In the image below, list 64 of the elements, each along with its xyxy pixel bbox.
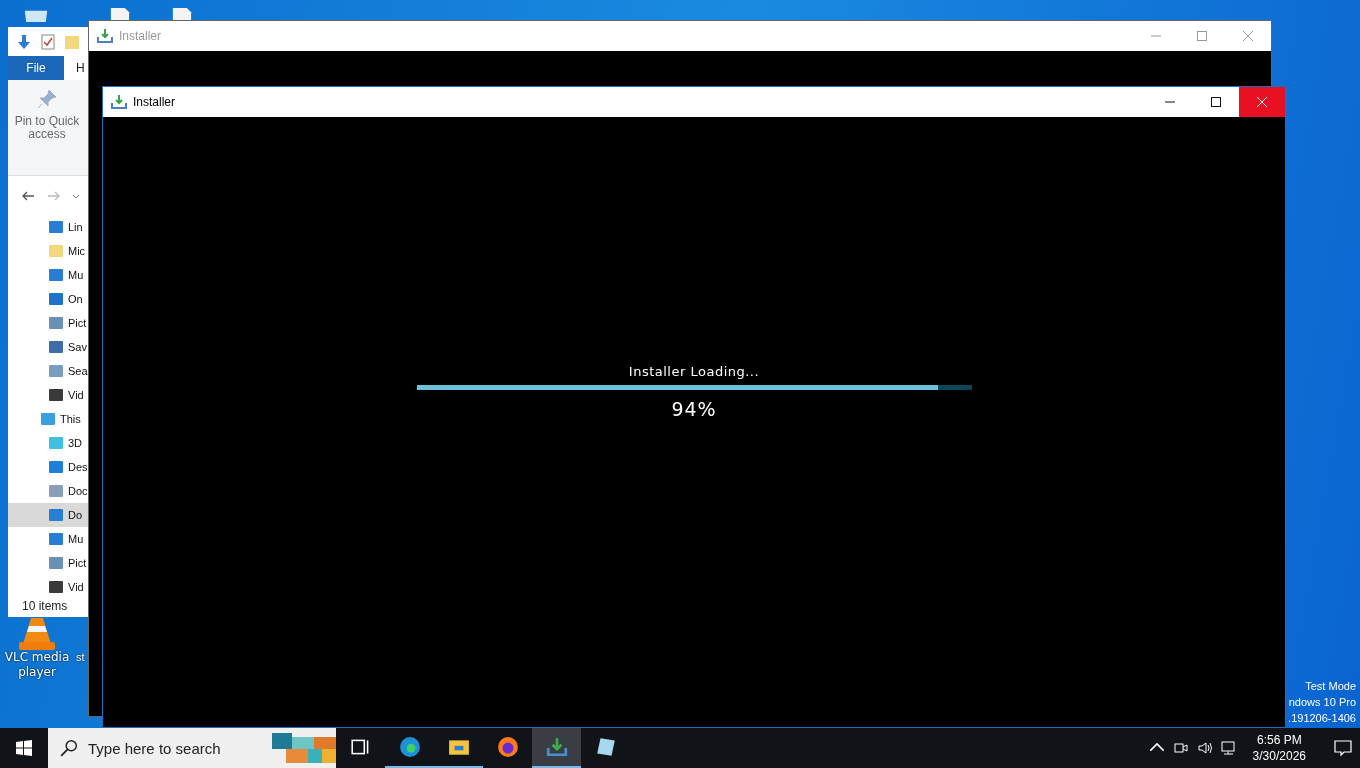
nav-item[interactable]: Pict [8,551,88,575]
browser-icon [398,736,421,758]
nav-label: Mu [68,269,84,281]
nav-item[interactable]: Sea [8,359,88,383]
status-text: 10 items [21,599,69,615]
nav-item[interactable]: Des [8,455,88,479]
network-icon[interactable] [1220,740,1237,756]
camera-icon[interactable] [1172,740,1189,756]
nav-item[interactable]: 3D [8,431,88,455]
ribbon-tab[interactable]: File [8,56,64,80]
nav-item[interactable]: Sav [8,335,88,359]
pin-button[interactable]: Pin to Quick access [8,87,86,176]
traffic-cone-icon[interactable] [17,618,57,650]
nav-item[interactable]: Mu [8,527,88,551]
test-mode-text: ndows 10 Pro [1288,695,1356,710]
nav-label: This [60,413,81,425]
nav-label: Mu [68,533,84,545]
nav-label: Pict [68,317,87,329]
nav-item[interactable]: This [8,407,88,431]
nav-item[interactable]: Vid [8,383,88,407]
maximize-icon [1211,97,1221,107]
nav-label: Do [68,509,83,521]
checklist-icon[interactable] [40,33,56,50]
nav-item[interactable]: Mu [8,263,88,287]
test-mode-text: Test Mode [1305,679,1356,694]
nav-label: Vid [68,581,84,593]
nav-label: Doc [68,485,88,497]
notification-icon[interactable] [1334,739,1352,757]
nav-item[interactable]: Mic [8,239,88,263]
maximize-icon [1197,31,1207,41]
puzzle-drawing [272,731,336,765]
nav-label: Sea [68,365,88,377]
nav-label: On [68,293,83,305]
desktop-icon-label[interactable]: st [76,650,85,665]
loading-label: Installer Loading... [628,364,760,379]
nav-label: Sav [68,341,87,353]
window-title: Installer [119,29,162,43]
down-arrow-icon[interactable] [16,33,32,50]
nav-item[interactable]: Do [8,503,88,527]
nav-item[interactable]: On [8,287,88,311]
volume-icon[interactable] [1196,740,1213,756]
pin-icon [37,88,57,109]
nav-label: Lin [68,221,83,233]
progress-percent: 94% [671,398,717,420]
windows-logo-icon [16,740,32,756]
nav-item[interactable]: Lin [8,215,88,239]
browser-icon [496,736,519,758]
nav-label: Des [68,461,88,473]
nav-item[interactable]: Vid [8,575,88,599]
test-mode-text: .191206-1406 [1288,711,1356,726]
pin-label: Pin to Quick access [14,114,80,141]
nav-label: Mic [68,245,86,257]
clock[interactable]: 6:56 PM 3/30/2026 [1244,732,1314,764]
window-title: Installer [133,95,176,109]
notepad-icon [594,736,617,758]
desktop-icon-label[interactable]: VLC media player [2,650,72,680]
close-icon [1243,31,1253,41]
nav-label: Pict [68,557,87,569]
nav-label: Vid [68,389,84,401]
nav-item[interactable]: Pict [8,311,88,335]
close-icon [1257,97,1267,107]
search-field[interactable]: Type here to search [48,728,336,768]
nav-label: 3D [68,437,83,449]
nav-item[interactable]: Doc [8,479,88,503]
